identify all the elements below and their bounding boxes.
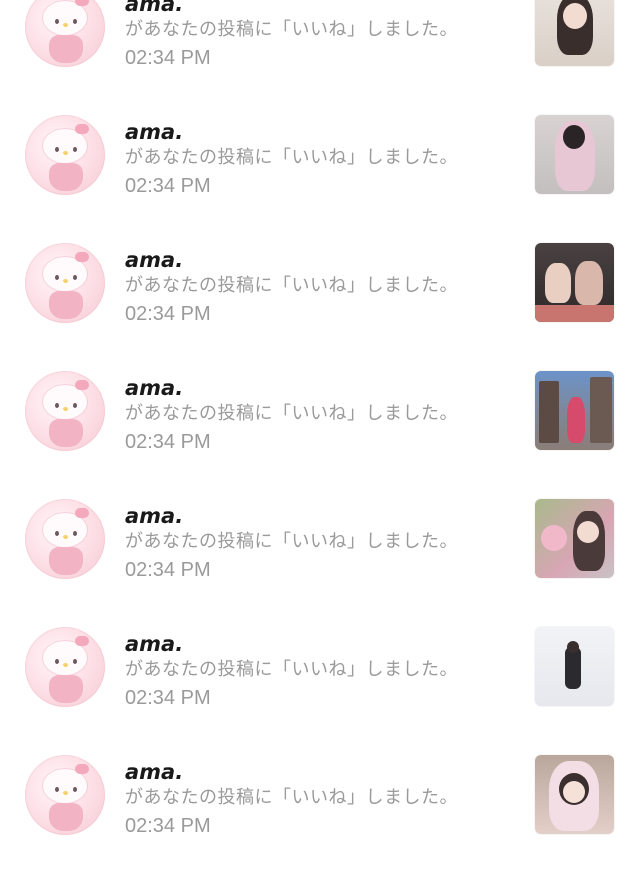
notification-time: 02:34 PM: [125, 559, 211, 581]
post-thumbnail[interactable]: [535, 499, 614, 578]
notification-time: 02:34 PM: [125, 175, 211, 197]
nose-icon: [63, 279, 68, 283]
kitty-body-icon: [49, 419, 83, 447]
bow-icon: [75, 508, 89, 518]
bow-icon: [75, 764, 89, 774]
user-name[interactable]: ama.: [125, 632, 183, 656]
notification-message: があなたの投稿に「いいね」しました。: [125, 787, 458, 808]
post-thumbnail[interactable]: [535, 0, 614, 66]
kitty-body-icon: [49, 163, 83, 191]
nose-icon: [63, 535, 68, 539]
kitty-body-icon: [49, 547, 83, 575]
kitty-head-icon: [43, 1, 87, 35]
notification-time: 02:34 PM: [125, 431, 211, 453]
kitty-head-icon: [43, 129, 87, 163]
user-avatar[interactable]: [25, 0, 105, 67]
user-name[interactable]: ama.: [125, 504, 183, 528]
kitty-body-icon: [49, 291, 83, 319]
eye-icon: [55, 659, 59, 664]
notification-time: 02:34 PM: [125, 815, 211, 837]
notification-message: があなたの投稿に「いいね」しました。: [125, 147, 458, 168]
nose-icon: [63, 23, 68, 27]
kitty-body-icon: [49, 675, 83, 703]
eye-icon: [73, 531, 77, 536]
kitty-head-icon: [43, 257, 87, 291]
nose-icon: [63, 151, 68, 155]
user-avatar[interactable]: [25, 499, 105, 579]
user-name[interactable]: ama.: [125, 120, 183, 144]
kitty-body-icon: [49, 803, 83, 831]
notification-message: があなたの投稿に「いいね」しました。: [125, 531, 458, 552]
eye-icon: [55, 403, 59, 408]
notification-item[interactable]: ama. があなたの投稿に「いいね」しました。 02:34 PM: [0, 115, 640, 243]
notification-item[interactable]: ama. があなたの投稿に「いいね」しました。 02:34 PM: [0, 755, 640, 883]
eye-icon: [73, 19, 77, 24]
notification-item[interactable]: ama. があなたの投稿に「いいね」しました。 02:34 PM: [0, 371, 640, 499]
user-name[interactable]: ama.: [125, 376, 183, 400]
notification-item[interactable]: ama. があなたの投稿に「いいね」しました。 02:34 PM: [0, 243, 640, 371]
eye-icon: [73, 659, 77, 664]
user-name[interactable]: ama.: [125, 0, 183, 16]
user-avatar[interactable]: [25, 371, 105, 451]
notification-list: ama. があなたの投稿に「いいね」しました。 02:34 PM ama. があ…: [0, 0, 640, 856]
kitty-head-icon: [43, 769, 87, 803]
post-thumbnail[interactable]: [535, 755, 614, 834]
eye-icon: [55, 275, 59, 280]
notification-time: 02:34 PM: [125, 303, 211, 325]
notification-item[interactable]: ama. があなたの投稿に「いいね」しました。 02:34 PM: [0, 499, 640, 627]
user-avatar[interactable]: [25, 243, 105, 323]
eye-icon: [55, 19, 59, 24]
user-avatar[interactable]: [25, 627, 105, 707]
bow-icon: [75, 124, 89, 134]
eye-icon: [73, 787, 77, 792]
post-thumbnail[interactable]: [535, 243, 614, 322]
user-name[interactable]: ama.: [125, 248, 183, 272]
kitty-body-icon: [49, 35, 83, 63]
eye-icon: [73, 275, 77, 280]
bow-icon: [75, 252, 89, 262]
post-thumbnail[interactable]: [535, 115, 614, 194]
kitty-head-icon: [43, 385, 87, 419]
user-avatar[interactable]: [25, 755, 105, 835]
notification-time: 02:34 PM: [125, 47, 211, 69]
post-thumbnail[interactable]: [535, 371, 614, 450]
notification-item[interactable]: ama. があなたの投稿に「いいね」しました。 02:34 PM: [0, 0, 640, 115]
notification-item[interactable]: ama. があなたの投稿に「いいね」しました。 02:34 PM: [0, 627, 640, 755]
post-thumbnail[interactable]: [535, 627, 614, 706]
eye-icon: [55, 147, 59, 152]
user-avatar[interactable]: [25, 115, 105, 195]
bow-icon: [75, 636, 89, 646]
bow-icon: [75, 0, 89, 6]
eye-icon: [73, 403, 77, 408]
eye-icon: [55, 531, 59, 536]
eye-icon: [55, 787, 59, 792]
user-name[interactable]: ama.: [125, 760, 183, 784]
kitty-head-icon: [43, 641, 87, 675]
bow-icon: [75, 380, 89, 390]
notification-time: 02:34 PM: [125, 687, 211, 709]
nose-icon: [63, 791, 68, 795]
nose-icon: [63, 663, 68, 667]
kitty-head-icon: [43, 513, 87, 547]
notification-message: があなたの投稿に「いいね」しました。: [125, 403, 458, 424]
notification-message: があなたの投稿に「いいね」しました。: [125, 19, 458, 40]
notification-message: があなたの投稿に「いいね」しました。: [125, 275, 458, 296]
nose-icon: [63, 407, 68, 411]
eye-icon: [73, 147, 77, 152]
notification-message: があなたの投稿に「いいね」しました。: [125, 659, 458, 680]
